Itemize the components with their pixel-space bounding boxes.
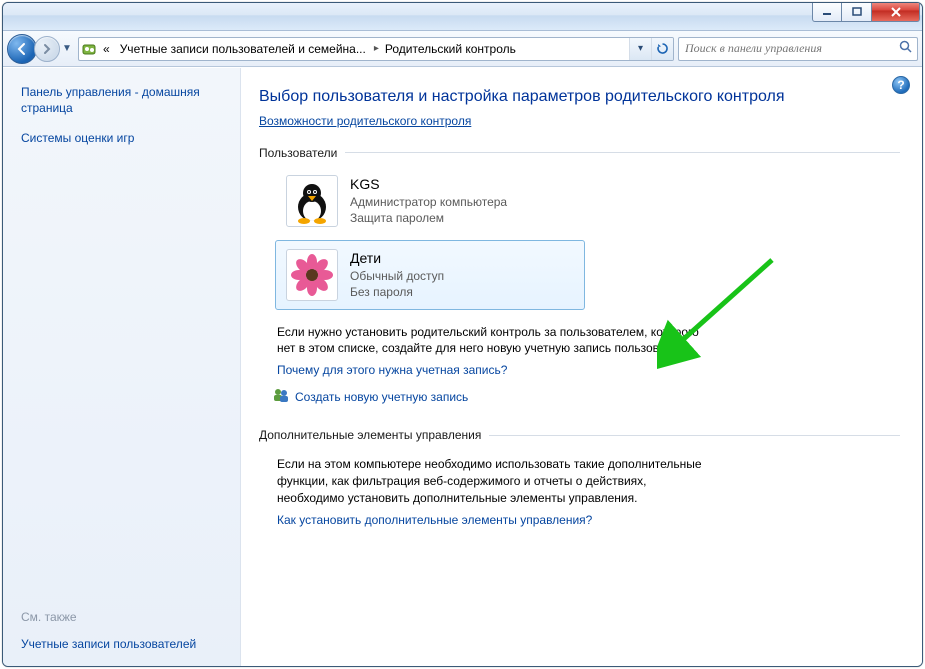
additional-link[interactable]: Как установить дополнительные элементы у… bbox=[277, 513, 900, 527]
avatar bbox=[286, 175, 338, 227]
penguin-icon bbox=[288, 177, 336, 225]
sidebar: Панель управления - домашняя страница Си… bbox=[3, 68, 241, 666]
search-input[interactable] bbox=[683, 40, 899, 57]
user-tile-children[interactable]: Дети Обычный доступ Без пароля bbox=[275, 240, 585, 310]
navbar: ▼ « Учетные записи пользователей и семей… bbox=[3, 31, 922, 67]
body: Панель управления - домашняя страница Си… bbox=[3, 67, 922, 666]
breadcrumb-chevron-icon[interactable]: ▸ bbox=[372, 43, 381, 54]
minimize-button[interactable] bbox=[812, 2, 842, 22]
sidebar-ratings-link[interactable]: Системы оценки игр bbox=[21, 130, 228, 146]
breadcrumb-segment-1[interactable]: Учетные записи пользователей и семейна..… bbox=[116, 38, 372, 60]
location-icon bbox=[79, 41, 99, 57]
sidebar-user-accounts-link[interactable]: Учетные записи пользователей bbox=[21, 636, 228, 652]
why-account-link[interactable]: Почему для этого нужна учетная запись? bbox=[277, 363, 900, 377]
user-role: Администратор компьютера bbox=[350, 194, 507, 210]
breadcrumb-prefix[interactable]: « bbox=[99, 38, 116, 60]
search-icon bbox=[899, 40, 913, 57]
nav-arrows: ▼ bbox=[7, 34, 74, 64]
user-name: Дети bbox=[350, 249, 444, 268]
users-section-label: Пользователи bbox=[259, 146, 337, 160]
back-button[interactable] bbox=[7, 34, 37, 64]
close-button[interactable] bbox=[872, 2, 920, 22]
refresh-button[interactable] bbox=[651, 38, 673, 60]
see-also-label: См. также bbox=[21, 610, 228, 624]
control-panel-window: ▼ « Учетные записи пользователей и семей… bbox=[2, 2, 923, 667]
forward-button[interactable] bbox=[34, 36, 60, 62]
capabilities-link[interactable]: Возможности родительского контроля bbox=[259, 114, 471, 128]
address-dropdown[interactable]: ▾ bbox=[629, 38, 651, 60]
breadcrumb-segment-2[interactable]: Родительский контроль bbox=[381, 38, 522, 60]
create-account-link[interactable]: Создать новую учетную запись bbox=[273, 387, 900, 406]
user-protection: Защита паролем bbox=[350, 210, 507, 226]
users-section-title: Пользователи bbox=[259, 146, 900, 160]
help-icon[interactable]: ? bbox=[892, 76, 910, 94]
avatar bbox=[286, 249, 338, 301]
history-dropdown[interactable]: ▼ bbox=[60, 43, 74, 54]
user-tile-kgs[interactable]: KGS Администратор компьютера Защита паро… bbox=[275, 166, 585, 236]
search-box[interactable] bbox=[678, 37, 918, 61]
titlebar bbox=[3, 3, 922, 31]
additional-section-title: Дополнительные элементы управления bbox=[259, 428, 900, 442]
user-info: Дети Обычный доступ Без пароля bbox=[350, 249, 444, 300]
user-role: Обычный доступ bbox=[350, 268, 444, 284]
create-account-label: Создать новую учетную запись bbox=[295, 390, 468, 404]
create-user-note: Если нужно установить родительский контр… bbox=[277, 324, 707, 358]
maximize-button[interactable] bbox=[842, 2, 872, 22]
users-icon bbox=[273, 387, 289, 406]
user-protection: Без пароля bbox=[350, 284, 444, 300]
additional-note: Если на этом компьютере необходимо испол… bbox=[277, 456, 707, 506]
flower-icon bbox=[288, 251, 336, 299]
user-info: KGS Администратор компьютера Защита паро… bbox=[350, 175, 507, 226]
user-name: KGS bbox=[350, 175, 507, 194]
page-title: Выбор пользователя и настройка параметро… bbox=[259, 86, 900, 108]
main-content: ? Выбор пользователя и настройка парамет… bbox=[241, 68, 922, 666]
additional-section-label: Дополнительные элементы управления bbox=[259, 428, 481, 442]
window-controls bbox=[812, 2, 920, 22]
sidebar-home-link[interactable]: Панель управления - домашняя страница bbox=[21, 84, 228, 116]
address-bar[interactable]: « Учетные записи пользователей и семейна… bbox=[78, 37, 674, 61]
